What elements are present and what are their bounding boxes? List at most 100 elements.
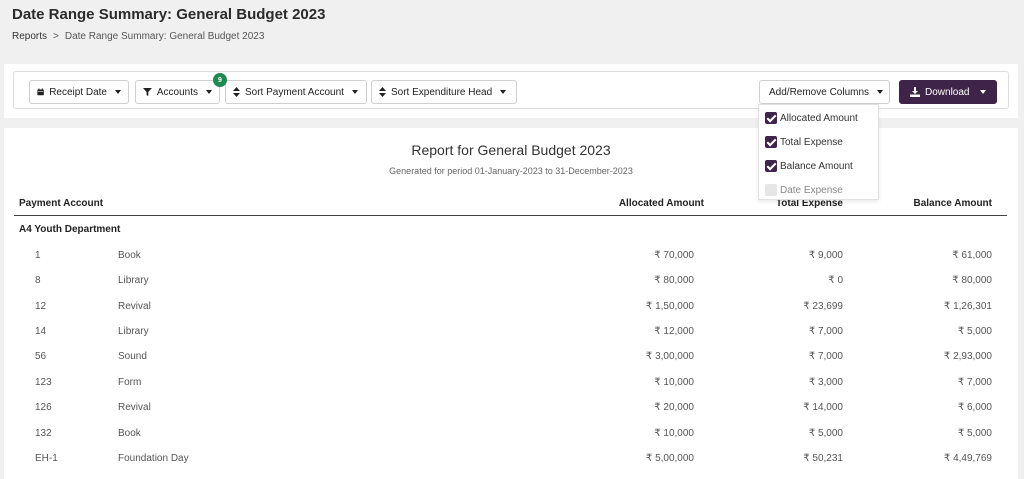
table-row: 8 Library ₹ 80,000 ₹ 0 ₹ 80,000 xyxy=(4,271,1018,291)
cell-balance-amount: ₹ 7,000 xyxy=(957,377,992,388)
column-option-label: Balance Amount xyxy=(780,160,853,172)
cell-allocated-amount: ₹ 10,000 xyxy=(654,428,694,439)
cell-total-expense: ₹ 50,231 xyxy=(803,453,843,464)
cell-total-expense: ₹ 7,000 xyxy=(808,351,843,362)
chevron-down-icon xyxy=(351,90,358,94)
breadcrumb-separator: > xyxy=(53,31,59,42)
cell-allocated-amount: ₹ 20,000 xyxy=(654,402,694,413)
header-payment-account: Payment Account xyxy=(19,198,104,209)
header-balance-amount: Balance Amount xyxy=(913,198,992,209)
checkbox-checked[interactable] xyxy=(765,160,777,172)
cell-expenditure-head: Revival xyxy=(118,402,151,413)
page-title: Date Range Summary: General Budget 2023 xyxy=(12,6,326,23)
cell-balance-amount: ₹ 5,000 xyxy=(957,428,992,439)
receipt-date-label: Receipt Date xyxy=(49,86,107,98)
sort-icon xyxy=(233,87,240,97)
cell-code: 1 xyxy=(35,250,41,261)
cell-total-expense: ₹ 9,000 xyxy=(808,250,843,261)
chevron-down-icon xyxy=(206,90,212,94)
table-row: 132 Book ₹ 10,000 ₹ 5,000 ₹ 5,000 xyxy=(4,424,1018,444)
cell-expenditure-head: Library xyxy=(118,275,149,286)
column-option-balance-amount[interactable]: Balance Amount xyxy=(765,158,853,174)
download-button[interactable]: Download xyxy=(899,80,997,104)
column-option-label: Date Expense xyxy=(780,184,843,196)
cell-total-expense: ₹ 5,000 xyxy=(808,428,843,439)
calendar-icon xyxy=(37,88,44,96)
cell-expenditure-head: Library xyxy=(118,326,149,337)
breadcrumb: Reports > Date Range Summary: General Bu… xyxy=(12,31,264,42)
cell-code: 14 xyxy=(35,326,47,337)
table-row: 56 Sound ₹ 3,00,000 ₹ 7,000 ₹ 2,93,000 xyxy=(4,347,1018,367)
cell-expenditure-head: Form xyxy=(118,377,142,388)
cell-code: 56 xyxy=(35,351,47,362)
column-option-label: Total Expense xyxy=(780,136,843,148)
cell-code: 123 xyxy=(35,377,52,388)
cell-expenditure-head: Revival xyxy=(118,301,151,312)
download-icon xyxy=(910,87,920,97)
cell-allocated-amount: ₹ 3,00,000 xyxy=(645,351,694,362)
cell-balance-amount: ₹ 61,000 xyxy=(952,250,992,261)
cell-allocated-amount: ₹ 70,000 xyxy=(654,250,694,261)
accounts-count-badge: 9 xyxy=(213,73,227,87)
sort-payment-account-label: Sort Payment Account xyxy=(245,86,344,98)
table-row: 1 Book ₹ 70,000 ₹ 9,000 ₹ 61,000 xyxy=(4,246,1018,266)
cell-code: 12 xyxy=(35,301,47,312)
breadcrumb-reports-link[interactable]: Reports xyxy=(12,31,47,42)
cell-allocated-amount: ₹ 5,00,000 xyxy=(645,453,694,464)
cell-total-expense: ₹ 0 xyxy=(828,275,843,286)
checkbox-checked[interactable] xyxy=(765,136,777,148)
cell-total-expense: ₹ 14,000 xyxy=(803,402,843,413)
chevron-down-icon xyxy=(877,90,884,94)
breadcrumb-current: Date Range Summary: General Budget 2023 xyxy=(64,31,265,42)
cell-balance-amount: ₹ 5,000 xyxy=(957,326,992,337)
chevron-down-icon xyxy=(500,90,507,94)
cell-balance-amount: ₹ 4,49,769 xyxy=(943,453,992,464)
header-allocated-amount: Allocated Amount xyxy=(618,198,704,209)
cell-balance-amount: ₹ 2,93,000 xyxy=(943,351,992,362)
table-row: 12 Revival ₹ 1,50,000 ₹ 23,699 ₹ 1,26,301 xyxy=(4,297,1018,317)
add-remove-columns-label: Add/Remove Columns xyxy=(769,86,870,98)
cell-allocated-amount: ₹ 1,50,000 xyxy=(645,301,694,312)
table-row: 126 Revival ₹ 20,000 ₹ 14,000 ₹ 6,000 xyxy=(4,398,1018,418)
cell-allocated-amount: ₹ 80,000 xyxy=(654,275,694,286)
sort-icon xyxy=(379,87,386,97)
cell-code: 132 xyxy=(35,428,52,439)
cell-total-expense: ₹ 3,000 xyxy=(808,377,843,388)
table-row: 14 Library ₹ 12,000 ₹ 7,000 ₹ 5,000 xyxy=(4,322,1018,342)
filter-icon xyxy=(143,88,152,96)
download-label: Download xyxy=(925,86,970,98)
checkbox-unchecked[interactable] xyxy=(765,184,777,196)
checkbox-checked[interactable] xyxy=(765,112,777,124)
cell-allocated-amount: ₹ 10,000 xyxy=(654,377,694,388)
column-option-allocated-amount[interactable]: Allocated Amount xyxy=(765,110,858,126)
cell-balance-amount: ₹ 80,000 xyxy=(952,275,992,286)
column-option-total-expense[interactable]: Total Expense xyxy=(765,134,843,150)
cell-expenditure-head: Book xyxy=(118,250,141,261)
cell-total-expense: ₹ 7,000 xyxy=(808,326,843,337)
cell-code: EH-1 xyxy=(35,453,58,464)
receipt-date-button[interactable]: Receipt Date xyxy=(29,80,129,104)
cell-total-expense: ₹ 23,699 xyxy=(803,301,843,312)
chevron-down-icon xyxy=(115,90,121,94)
cell-balance-amount: ₹ 6,000 xyxy=(957,402,992,413)
cell-allocated-amount: ₹ 12,000 xyxy=(654,326,694,337)
header-divider xyxy=(14,215,1007,216)
accounts-label: Accounts xyxy=(156,86,198,98)
cell-expenditure-head: Book xyxy=(118,428,141,439)
cell-code: 126 xyxy=(35,402,52,413)
cell-expenditure-head: Sound xyxy=(118,351,147,362)
columns-dropdown-menu: Allocated Amount Total Expense Balance A… xyxy=(758,104,879,200)
add-remove-columns-button[interactable]: Add/Remove Columns xyxy=(759,80,890,104)
chevron-down-icon xyxy=(980,90,987,94)
sort-payment-account-button[interactable]: Sort Payment Account xyxy=(225,80,367,104)
sort-expenditure-head-label: Sort Expenditure Head xyxy=(391,86,493,98)
cell-code: 8 xyxy=(35,275,41,286)
sort-expenditure-head-button[interactable]: Sort Expenditure Head xyxy=(371,80,517,104)
table-row: 123 Form ₹ 10,000 ₹ 3,000 ₹ 7,000 xyxy=(4,373,1018,393)
cell-balance-amount: ₹ 1,26,301 xyxy=(943,301,992,312)
column-option-date-expense[interactable]: Date Expense xyxy=(765,182,843,198)
cell-expenditure-head: Foundation Day xyxy=(118,453,189,464)
table-row: EH-1 Foundation Day ₹ 5,00,000 ₹ 50,231 ₹ 4,… xyxy=(4,449,1018,469)
group-heading: A4 Youth Department xyxy=(19,224,121,235)
accounts-filter-button[interactable]: Accounts xyxy=(135,80,220,104)
